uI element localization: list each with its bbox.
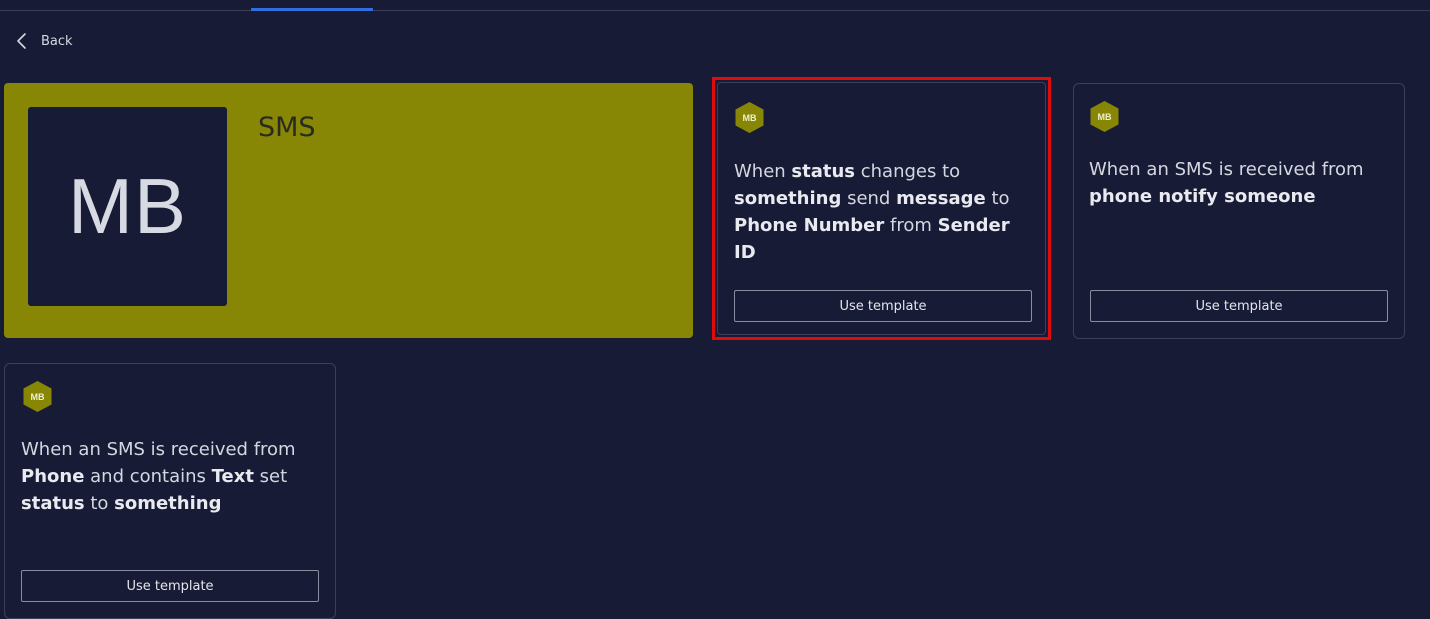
template-text: to	[985, 188, 1010, 209]
template-text: to	[84, 493, 115, 514]
template-keyword: Phone	[21, 466, 85, 487]
template-keyword: something	[114, 493, 222, 514]
template-card: MB When an SMS is received from phone no…	[1073, 83, 1405, 339]
template-keyword: status	[21, 493, 85, 514]
back-link[interactable]: Back	[16, 32, 73, 50]
template-keyword: something	[734, 188, 842, 209]
back-label: Back	[41, 33, 73, 49]
badge-text: MB	[1097, 111, 1112, 122]
mb-badge-icon: MB	[734, 101, 765, 134]
template-text: When an SMS is received from	[21, 439, 296, 460]
chevron-left-icon	[16, 32, 28, 50]
template-keyword: message	[896, 188, 986, 209]
template-card: MB When an SMS is received from Phone an…	[4, 363, 336, 619]
template-text: from	[884, 215, 938, 236]
template-card: MB When status changes to something send…	[712, 77, 1051, 340]
template-description: When status changes to something send me…	[734, 158, 1034, 266]
badge-text: MB	[30, 391, 45, 402]
template-keyword: Phone Number	[734, 215, 885, 236]
template-text: set	[253, 466, 288, 487]
integration-hero-banner: MB SMS	[4, 83, 693, 338]
integration-logo-text: MB	[68, 162, 187, 250]
template-text: When an SMS is received from	[1089, 159, 1364, 180]
template-keyword: status	[791, 161, 856, 182]
use-template-button[interactable]: Use template	[734, 290, 1032, 322]
use-template-button[interactable]: Use template	[1090, 290, 1388, 322]
use-template-button[interactable]: Use template	[21, 570, 319, 602]
integration-logo: MB	[28, 107, 227, 306]
template-text: changes to	[855, 161, 961, 182]
mb-badge-icon: MB	[22, 380, 53, 413]
template-description: When an SMS is received from Phone and c…	[21, 436, 321, 517]
integration-title: SMS	[258, 112, 316, 143]
template-text: send	[841, 188, 897, 209]
top-divider	[0, 10, 1430, 11]
badge-text: MB	[742, 112, 757, 123]
mb-badge-icon: MB	[1089, 100, 1120, 133]
active-tab-indicator	[251, 8, 373, 11]
template-description: When an SMS is received from phone notif…	[1089, 156, 1389, 210]
template-keyword: phone notify someone	[1089, 186, 1316, 207]
template-keyword: Text	[211, 466, 254, 487]
template-text: and contains	[84, 466, 212, 487]
template-text: When	[734, 161, 792, 182]
